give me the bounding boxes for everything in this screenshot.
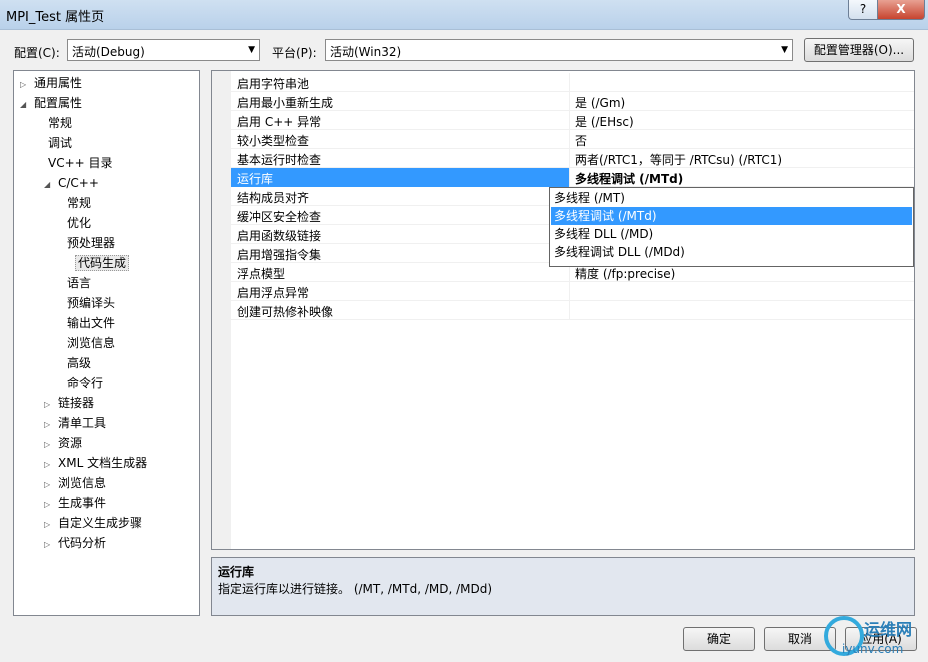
config-label: 配置(C): bbox=[14, 46, 60, 60]
runtime-library-value[interactable]: 多线程调试 (/MTd) bbox=[575, 170, 683, 187]
title-bar: MPI_Test 属性页 ? X bbox=[0, 0, 928, 30]
watermark-url: iyunv.com bbox=[842, 642, 904, 656]
tree-item-common-properties[interactable]: ▷ 通用属性 bbox=[20, 73, 84, 93]
watermark-name: 运维网 bbox=[864, 620, 913, 639]
property-row[interactable]: 启用浮点异常 bbox=[231, 282, 914, 301]
platform-label: 平台(P): bbox=[272, 46, 317, 60]
expand-arrow-icon[interactable]: ▷ bbox=[44, 475, 56, 495]
tree-item-code-generation[interactable]: 代码生成 bbox=[75, 253, 130, 273]
property-row[interactable]: 启用 C++ 异常是 (/EHsc) bbox=[231, 111, 914, 130]
expand-arrow-icon[interactable]: ▷ bbox=[44, 435, 56, 455]
tree-item-browse-information-2[interactable]: ▷ 浏览信息 bbox=[44, 473, 108, 493]
collapse-arrow-icon[interactable]: ◢ bbox=[20, 95, 32, 115]
tree-item-manifest-tool[interactable]: ▷ 清单工具 bbox=[44, 413, 108, 433]
watermark-logo: 运维网 iyunv.com bbox=[820, 612, 926, 660]
config-select[interactable]: 活动(Debug) ▼ bbox=[67, 39, 260, 61]
property-row[interactable]: 较小类型检查否 bbox=[231, 130, 914, 149]
expand-arrow-icon[interactable]: ▷ bbox=[44, 495, 56, 515]
expand-arrow-icon[interactable]: ▷ bbox=[20, 75, 32, 95]
description-panel: 运行库 指定运行库以进行链接。 (/MT, /MTd, /MD, /MDd) bbox=[211, 557, 915, 616]
tree-item-preprocessor[interactable]: 预处理器 bbox=[65, 233, 117, 253]
tree-item-config-properties[interactable]: ◢ 配置属性 bbox=[20, 93, 84, 113]
config-manager-button[interactable]: 配置管理器(O)... bbox=[804, 38, 914, 62]
dropdown-option-mt[interactable]: 多线程 (/MT) bbox=[551, 189, 912, 207]
tree-item-language[interactable]: 语言 bbox=[65, 273, 93, 293]
chevron-down-icon: ▼ bbox=[248, 45, 255, 55]
expand-arrow-icon[interactable]: ▷ bbox=[44, 535, 56, 555]
tree-item-output-files[interactable]: 输出文件 bbox=[65, 313, 117, 333]
property-row[interactable]: 启用最小重新生成是 (/Gm) bbox=[231, 92, 914, 111]
tree-item-linker[interactable]: ▷ 链接器 bbox=[44, 393, 96, 413]
chevron-down-icon: ▼ bbox=[781, 45, 788, 55]
platform-select[interactable]: 活动(Win32) ▼ bbox=[325, 39, 793, 61]
tree-item-command-line[interactable]: 命令行 bbox=[65, 373, 105, 393]
tree-item-resources[interactable]: ▷ 资源 bbox=[44, 433, 84, 453]
tree-item-code-analysis[interactable]: ▷ 代码分析 bbox=[44, 533, 108, 553]
tree-item-optimization[interactable]: 优化 bbox=[65, 213, 93, 233]
window-title: MPI_Test 属性页 bbox=[6, 10, 105, 25]
config-value: 活动(Debug) bbox=[72, 45, 145, 59]
tree-item-xml-doc-generator[interactable]: ▷ XML 文档生成器 bbox=[44, 453, 149, 473]
description-title: 运行库 bbox=[218, 565, 255, 579]
runtime-library-dropdown: 多线程 (/MT) 多线程调试 (/MTd) 多线程 DLL (/MD) 多线程… bbox=[549, 187, 914, 267]
dropdown-option-mdd[interactable]: 多线程调试 DLL (/MDd) bbox=[551, 243, 912, 261]
property-row[interactable]: 创建可热修补映像 bbox=[231, 301, 914, 320]
tree-item-advanced[interactable]: 高级 bbox=[65, 353, 93, 373]
dropdown-option-md[interactable]: 多线程 DLL (/MD) bbox=[551, 225, 912, 243]
tree-item-vc-directories[interactable]: VC++ 目录 bbox=[46, 153, 115, 173]
expand-arrow-icon[interactable]: ▷ bbox=[44, 455, 56, 475]
dropdown-option-mtd[interactable]: 多线程调试 (/MTd) bbox=[551, 207, 912, 225]
tree-item-precompiled-headers[interactable]: 预编译头 bbox=[65, 293, 117, 313]
expand-arrow-icon[interactable]: ▷ bbox=[44, 515, 56, 535]
property-row[interactable]: 基本运行时检查 两者(/RTC1，等同于 /RTCsu) (/RTC1) bbox=[231, 149, 914, 168]
tree-item-general[interactable]: 常规 bbox=[46, 113, 74, 133]
property-tree: ▷ 通用属性 ◢ 配置属性 常规 调试 VC++ 目录 ◢ C/C++ 常规 优化 预… bbox=[13, 70, 200, 616]
expand-arrow-icon[interactable]: ▷ bbox=[44, 395, 56, 415]
expand-arrow-icon[interactable]: ▷ bbox=[44, 415, 56, 435]
tree-item-build-events[interactable]: ▷ 生成事件 bbox=[44, 493, 108, 513]
collapse-arrow-icon[interactable]: ◢ bbox=[44, 175, 56, 195]
description-text: 指定运行库以进行链接。 (/MT, /MTd, /MD, /MDd) bbox=[218, 582, 493, 596]
tree-item-cpp-general[interactable]: 常规 bbox=[65, 193, 93, 213]
close-button[interactable]: X bbox=[877, 0, 925, 20]
tree-item-debugging[interactable]: 调试 bbox=[46, 133, 74, 153]
tree-item-browse-information[interactable]: 浏览信息 bbox=[65, 333, 117, 353]
grid-gutter bbox=[212, 71, 231, 549]
tree-item-custom-build-step[interactable]: ▷ 自定义生成步骤 bbox=[44, 513, 144, 533]
ok-button[interactable]: 确定 bbox=[683, 627, 755, 651]
property-row-runtime-library[interactable]: 运行库 多线程调试 (/MTd) ▼ bbox=[231, 168, 914, 187]
property-row[interactable]: 启用字符串池 bbox=[231, 73, 914, 92]
help-button[interactable]: ? bbox=[848, 0, 878, 20]
platform-value: 活动(Win32) bbox=[330, 45, 402, 59]
tree-item-cpp[interactable]: ◢ C/C++ bbox=[44, 173, 101, 193]
property-grid: 启用字符串池 启用最小重新生成是 (/Gm) 启用 C++ 异常是 (/EHsc… bbox=[211, 70, 915, 550]
